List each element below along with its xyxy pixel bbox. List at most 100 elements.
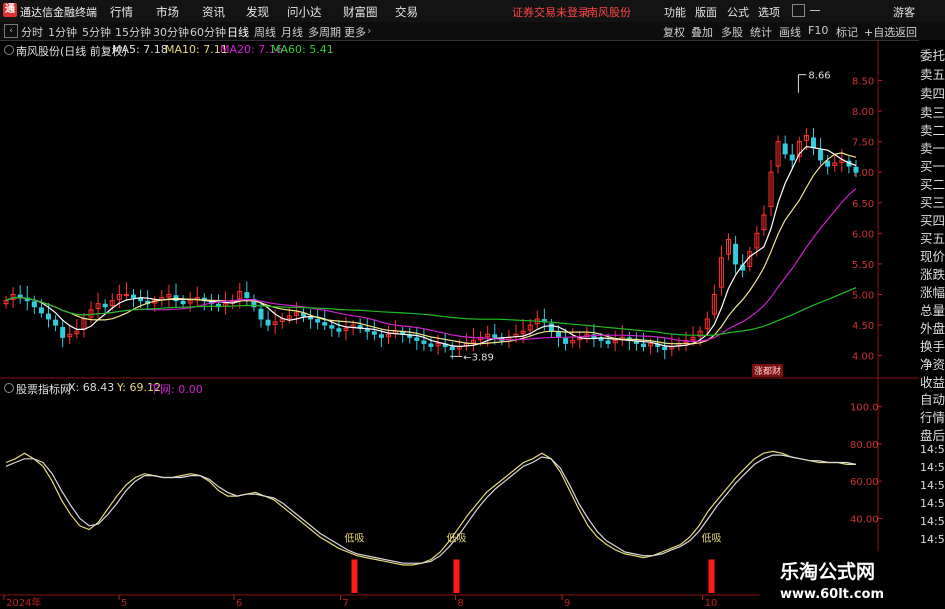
y-tick-label: 4.50 [852, 321, 874, 332]
candle-body [46, 313, 51, 320]
side-panel-item[interactable]: 卖一 [920, 138, 945, 157]
menu-formula[interactable]: 公式 [727, 4, 749, 20]
y-tick-label: 6.00 [852, 229, 874, 240]
side-panel-item[interactable]: 14:56 [920, 479, 945, 492]
candle-body [31, 301, 37, 308]
period-weekly[interactable]: 周线 [254, 24, 276, 40]
btn-fuquan[interactable]: 复权 [663, 24, 685, 40]
candle-body [123, 294, 129, 296]
menu-discover[interactable]: 发现 [246, 4, 269, 20]
side-panel-item[interactable]: 行情 [920, 407, 945, 426]
candle-body [825, 160, 831, 167]
side-panel-item[interactable]: 14:56 [920, 443, 945, 456]
side-panel-item[interactable]: 买五 [920, 228, 945, 247]
side-panel-item[interactable]: 自动 [920, 389, 945, 408]
menu-quote[interactable]: 行情 [110, 4, 133, 20]
side-panel-item[interactable]: 14:56 [920, 497, 945, 510]
y-tick-label: 4.00 [852, 352, 874, 363]
side-panel-item[interactable]: 涨幅 [920, 282, 945, 301]
app-name: 通达信金融终端 [20, 6, 97, 19]
minimize-icon[interactable] [810, 10, 820, 11]
period-fenshi[interactable]: 分时 [21, 24, 43, 40]
period-30min[interactable]: 30分钟 [153, 24, 189, 40]
candle-body [301, 312, 306, 317]
buy-signal-bar [351, 559, 358, 593]
period-daily[interactable]: 日线 [227, 24, 249, 40]
menu-news[interactable]: 资讯 [202, 4, 225, 20]
news-badge[interactable]: 涨都财 [752, 364, 784, 377]
y-tick-label: 7.50 [852, 138, 874, 149]
menu-market[interactable]: 市场 [156, 4, 179, 20]
restore-icon[interactable] [792, 4, 805, 17]
btn-overlay[interactable]: 叠加 [691, 24, 713, 40]
period-1min[interactable]: 1分钟 [48, 24, 77, 40]
candle-body [131, 294, 136, 299]
menu-ask[interactable]: 问小达 [287, 4, 322, 20]
period-more[interactable]: 更多 [344, 24, 366, 40]
period-60min[interactable]: 60分钟 [190, 24, 226, 40]
side-panel-item[interactable]: 涨跌 [920, 264, 945, 283]
candle-body [329, 325, 335, 329]
x-tick-label: 5 [121, 598, 127, 609]
side-panel-item[interactable]: 卖五 [920, 64, 945, 83]
btn-return[interactable]: 返回 [895, 24, 917, 40]
buy-signal-label: 低吸 [702, 531, 722, 544]
side-panel-item[interactable]: 盘后 [920, 425, 945, 444]
candle-body [38, 307, 44, 314]
guest-label[interactable]: 游客 [893, 4, 915, 20]
buy-signal-label: 低吸 [345, 531, 365, 544]
menu-function[interactable]: 功能 [664, 4, 686, 20]
side-panel-item[interactable]: 现价 [920, 246, 945, 265]
side-panel-item[interactable]: 14:56 [920, 515, 945, 528]
indicator-y-tick-label: 80.00 [850, 440, 879, 451]
side-panel-item[interactable]: 买三 [920, 192, 945, 211]
watermark-url: www.60lt.com [780, 587, 885, 602]
indicator-settings-icon[interactable] [4, 383, 14, 393]
btn-mark[interactable]: 标记 [836, 24, 858, 40]
side-panel-item[interactable]: 14:56 [920, 533, 945, 546]
candle-body [641, 343, 646, 347]
btn-stats[interactable]: 统计 [750, 24, 772, 40]
candle-body [605, 340, 611, 344]
side-panel-item[interactable]: 总量 [920, 300, 945, 319]
candle-body [811, 137, 816, 149]
menu-options[interactable]: 选项 [758, 4, 780, 20]
low-price-label: ←3.89 [463, 352, 494, 363]
login-warning[interactable]: 证券交易未登录 [512, 4, 589, 20]
candle-body [315, 319, 321, 323]
candle-body [414, 337, 420, 341]
side-panel-item[interactable]: 买一 [920, 156, 945, 175]
side-panel-item[interactable]: 卖二 [920, 120, 945, 139]
x-tick-label: 8 [458, 598, 464, 609]
buy-signal-label: 低吸 [447, 531, 467, 544]
candle-body [853, 166, 859, 173]
candle-body [244, 292, 250, 299]
side-panel-item[interactable]: 买四 [920, 210, 945, 229]
period-multi[interactable]: 多周期 [308, 24, 341, 40]
side-panel-item[interactable]: 外盘 [920, 318, 945, 337]
candle-body [322, 322, 328, 326]
side-panel-item[interactable]: 换手 [920, 336, 945, 355]
chevron-right-icon[interactable]: › [367, 24, 371, 37]
period-5min[interactable]: 5分钟 [82, 24, 111, 40]
back-icon[interactable]: ‹ [4, 24, 18, 38]
watermark-title: 乐淘公式网 [780, 561, 876, 583]
menu-wealth[interactable]: 财富圈 [343, 4, 378, 20]
side-panel-item[interactable]: 委托 [920, 45, 945, 64]
side-panel-item[interactable]: 净资 [920, 354, 945, 373]
candle-body [662, 346, 668, 351]
period-monthly[interactable]: 月线 [281, 24, 303, 40]
btn-f10[interactable]: F10 [808, 24, 828, 37]
y-tick-label: 6.50 [852, 199, 874, 210]
menu-layout[interactable]: 版面 [695, 4, 717, 20]
btn-draw[interactable]: 画线 [779, 24, 801, 40]
menu-trade[interactable]: 交易 [395, 4, 418, 20]
side-panel-item[interactable]: 卖四 [920, 83, 945, 102]
side-panel-item[interactable]: 14:56 [920, 461, 945, 474]
btn-multistock[interactable]: 多股 [721, 24, 743, 40]
period-15min[interactable]: 15分钟 [115, 24, 151, 40]
side-panel-item[interactable]: 卖三 [920, 102, 945, 121]
btn-add-favorite[interactable]: +自选 [864, 24, 895, 40]
indicator-line-2 [5, 454, 857, 564]
side-panel-item[interactable]: 买二 [920, 174, 945, 193]
